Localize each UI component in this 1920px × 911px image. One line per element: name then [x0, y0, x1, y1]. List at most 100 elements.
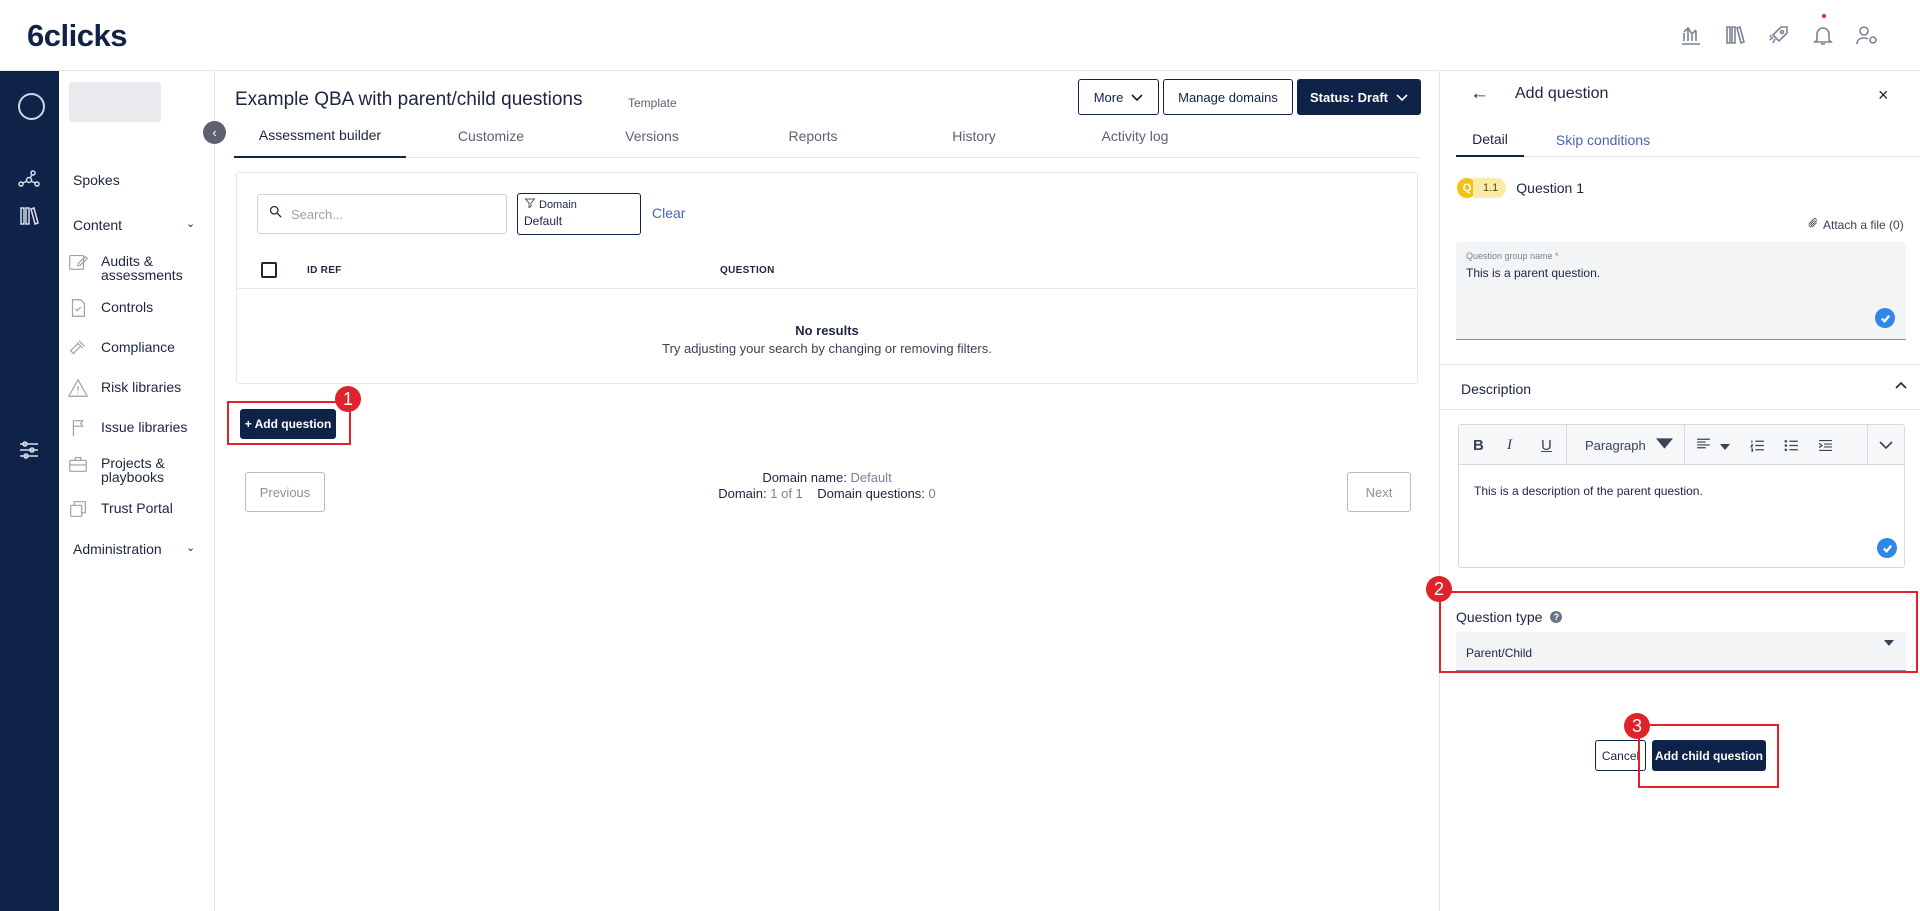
domain-value: 1 of 1 — [770, 486, 803, 501]
sliders-icon[interactable] — [17, 438, 41, 462]
top-icons — [1678, 14, 1880, 48]
hub-icon[interactable] — [17, 168, 41, 192]
attach-file-label: Attach a file (0) — [1823, 218, 1904, 232]
panel-tab-bar: Detail Skip conditions — [1456, 123, 1920, 157]
sidebar-item-audits[interactable]: Audits & assessments — [67, 251, 207, 282]
app-logo[interactable]: 6clicks — [27, 18, 127, 54]
tab-skip-conditions[interactable]: Skip conditions — [1538, 123, 1668, 157]
sidebar-item-projects[interactable]: Projects & playbooks — [67, 453, 207, 484]
domain-name-label: Domain name: — [762, 470, 847, 485]
back-arrow-icon[interactable]: ← — [1470, 83, 1489, 105]
bullet-list-icon[interactable] — [1783, 425, 1800, 465]
align-left-icon — [1695, 435, 1712, 456]
tab-activity-log[interactable]: Activity log — [1049, 114, 1221, 158]
sidebar-item-administration[interactable]: Administration ⌄ — [73, 541, 213, 557]
description-header[interactable]: Description — [1461, 381, 1531, 397]
chevron-down-icon: ⌄ — [186, 542, 196, 554]
bell-icon[interactable] — [1810, 14, 1836, 48]
search-input[interactable] — [291, 206, 491, 222]
annotation-marker-3: 3 — [1624, 713, 1650, 739]
sidebar-item-content[interactable]: Content ⌄ — [73, 217, 213, 233]
question-group-name-field[interactable]: Question group name * This is a parent q… — [1456, 242, 1906, 340]
editor-toolbar: B I U Paragraph — [1459, 425, 1904, 465]
sidebar-item-controls[interactable]: Controls — [67, 297, 207, 319]
more-button[interactable]: More — [1078, 79, 1159, 115]
close-icon[interactable]: × — [1878, 85, 1889, 106]
collapse-sidebar-button[interactable]: ‹ — [203, 121, 226, 144]
clear-filters-link[interactable]: Clear — [652, 205, 685, 221]
caret-down-icon — [1655, 435, 1673, 455]
numbered-list-icon[interactable] — [1749, 425, 1766, 465]
domain-name-value: Default — [850, 470, 892, 485]
sidebar-item-trust-portal[interactable]: Trust Portal — [67, 498, 207, 520]
column-id-ref[interactable]: ID REF — [307, 265, 342, 276]
notification-dot — [1822, 14, 1826, 18]
bold-button[interactable]: B — [1473, 425, 1484, 465]
status-button[interactable]: Status: Draft — [1297, 79, 1421, 115]
align-dropdown[interactable] — [1695, 425, 1730, 465]
tab-assessment-builder[interactable]: Assessment builder — [234, 114, 406, 158]
chevron-up-icon[interactable] — [1895, 377, 1907, 392]
tab-versions[interactable]: Versions — [566, 114, 738, 158]
description-text[interactable]: This is a description of the parent ques… — [1474, 484, 1703, 498]
manage-domains-button[interactable]: Manage domains — [1163, 79, 1293, 115]
rocket-icon[interactable] — [1766, 22, 1792, 48]
domain-pager-info: Domain name: Default Domain: 1 of 1 Doma… — [216, 470, 1438, 502]
tab-customize[interactable]: Customize — [405, 114, 577, 158]
template-tag: Template — [628, 96, 677, 110]
block-format-label: Paragraph — [1585, 437, 1646, 453]
domain-label: Domain: — [718, 486, 767, 501]
column-question[interactable]: QUESTION — [720, 265, 775, 276]
top-bar: 6clicks — [0, 0, 1920, 71]
gavel-icon — [67, 337, 89, 359]
analytics-icon[interactable] — [1678, 22, 1704, 48]
sidebar-item-label: Projects & playbooks — [101, 455, 165, 485]
sidebar-item-label: Audits & assessments — [101, 253, 183, 283]
underline-button[interactable]: U — [1541, 425, 1552, 465]
sidebar-item-label: Administration — [73, 541, 162, 557]
empty-state: No results Try adjusting your search by … — [237, 323, 1417, 356]
search-field[interactable] — [257, 194, 507, 234]
tab-history[interactable]: History — [888, 114, 1060, 158]
avatar[interactable] — [18, 93, 45, 120]
domain-questions-value: 0 — [928, 486, 936, 501]
tab-detail[interactable]: Detail — [1456, 123, 1524, 157]
question-number: 1.1 — [1473, 178, 1507, 198]
warning-icon — [67, 377, 89, 399]
panel-title: Add question — [1515, 85, 1609, 102]
expand-toolbar-icon[interactable] — [1879, 425, 1893, 465]
sidebar-item-issue-libraries[interactable]: Issue libraries — [67, 417, 207, 439]
questions-card: Domain Default Clear ID REF QUESTION No … — [236, 172, 1418, 384]
tab-reports[interactable]: Reports — [727, 114, 899, 158]
filter-icon — [524, 197, 536, 212]
sidebar-item-risk-libraries[interactable]: Risk libraries — [67, 377, 207, 399]
user-settings-icon[interactable] — [1854, 22, 1880, 48]
question-badge: Q 1.1 Question 1 — [1457, 178, 1584, 198]
block-format-dropdown[interactable]: Paragraph — [1585, 425, 1673, 465]
divider — [1440, 409, 1920, 410]
briefcase-icon — [67, 453, 89, 475]
description-editor: B I U Paragraph This is a description of… — [1458, 424, 1905, 568]
annotation-marker-1: 1 — [335, 386, 361, 412]
domain-filter[interactable]: Domain Default — [517, 193, 641, 235]
next-button[interactable]: Next — [1347, 472, 1411, 512]
sidebar-item-label: Controls — [101, 299, 154, 315]
annotation-box-2 — [1439, 591, 1918, 673]
sidebar-item-compliance[interactable]: Compliance — [67, 337, 207, 359]
empty-hint: Try adjusting your search by changing or… — [662, 341, 992, 356]
attach-file-link[interactable]: Attach a file (0) — [1807, 217, 1904, 233]
edit-icon — [67, 251, 89, 273]
sidebar-item-spokes[interactable]: Spokes — [73, 172, 120, 188]
sidebar-item-label: Content — [73, 217, 123, 233]
sidebar-item-label: Risk libraries — [101, 379, 182, 395]
indent-icon[interactable] — [1817, 425, 1834, 465]
tab-bar: Assessment builder Customize Versions Re… — [234, 114, 1420, 158]
table-header: ID REF QUESTION — [237, 251, 1417, 289]
library-icon[interactable] — [1722, 22, 1748, 48]
select-all-checkbox[interactable] — [261, 262, 277, 278]
toolbar-divider — [1566, 425, 1567, 465]
question-group-name-value[interactable]: This is a parent question. — [1466, 266, 1600, 280]
books-icon[interactable] — [17, 204, 41, 228]
check-icon — [1877, 538, 1897, 558]
italic-button[interactable]: I — [1507, 425, 1512, 465]
